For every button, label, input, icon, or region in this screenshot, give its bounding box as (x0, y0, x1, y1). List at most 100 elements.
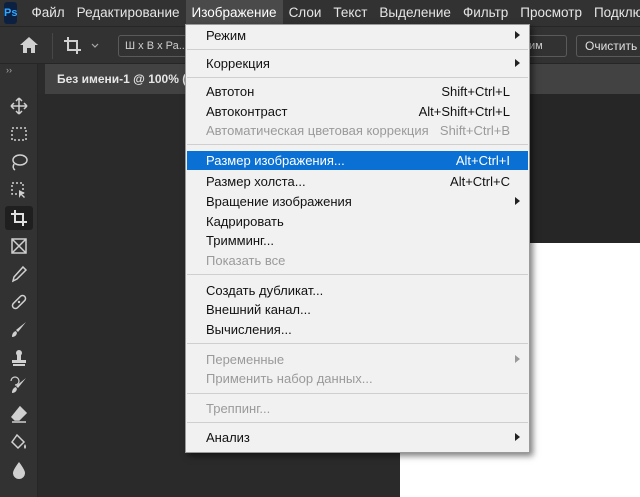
menu-bar: Ps Файл Редактирование Изображение Слои … (0, 0, 640, 26)
tab-strip (38, 64, 45, 94)
droplet-icon (13, 462, 25, 479)
menu-item-label: Коррекция (206, 56, 270, 71)
lasso-tool[interactable] (5, 150, 33, 174)
marquee-icon (11, 127, 27, 141)
home-button[interactable] (18, 35, 40, 55)
object-select-icon (11, 182, 25, 198)
menu-layers[interactable]: Слои (283, 0, 328, 26)
menu-select[interactable]: Выделение (373, 0, 457, 26)
eyedropper-icon (11, 265, 28, 283)
clear-button[interactable]: Очистить (576, 35, 640, 57)
menu-item-label: Анализ (206, 430, 250, 445)
photoshop-logo-icon: Ps (4, 2, 18, 24)
menu-item-shortcut: Alt+Ctrl+C (450, 174, 510, 189)
menu-separator (187, 343, 528, 344)
healing-brush-tool[interactable] (5, 290, 33, 314)
eyedropper-tool[interactable] (5, 262, 33, 286)
menu-item-reveal-all: Показать все (187, 251, 528, 270)
move-icon (10, 97, 28, 115)
clone-stamp-tool[interactable] (5, 346, 33, 370)
bandage-icon (11, 294, 27, 310)
paint-bucket-tool[interactable] (5, 430, 33, 454)
frame-icon (11, 238, 27, 254)
menu-type[interactable]: Текст (327, 0, 373, 26)
submenu-arrow-icon (515, 59, 520, 67)
history-brush-icon (10, 376, 26, 393)
menu-image[interactable]: Изображение (185, 0, 283, 26)
menu-item-label: Автотон (206, 84, 255, 99)
menu-separator (187, 49, 528, 50)
eraser-tool[interactable] (5, 402, 33, 426)
menu-file[interactable]: Файл (25, 0, 70, 26)
object-select-tool[interactable] (5, 178, 33, 202)
document-tab-title: Без имени-1 @ 100% ( (57, 72, 187, 86)
menu-item-label: Применить набор данных... (206, 371, 373, 386)
menu-item-apply-image[interactable]: Внешний канал... (187, 300, 528, 319)
menu-item-shortcut: Shift+Ctrl+L (441, 84, 510, 99)
menu-separator (187, 274, 528, 275)
submenu-arrow-icon (515, 355, 520, 363)
menu-item-duplicate[interactable]: Создать дубликат... (187, 281, 528, 300)
submenu-arrow-icon (515, 433, 520, 441)
menu-item-trap: Треппинг... (187, 399, 528, 418)
menu-item-label: Переменные (206, 352, 285, 367)
eraser-icon (10, 405, 28, 423)
blur-tool[interactable] (5, 458, 33, 482)
menu-view[interactable]: Просмотр (514, 0, 588, 26)
menu-item-calculations[interactable]: Вычисления... (187, 320, 528, 339)
menu-separator (187, 393, 528, 394)
collapse-panel-icon[interactable]: ›› (6, 65, 12, 75)
menu-item-auto-contrast[interactable]: Автоконтраст Alt+Shift+Ctrl+L (187, 102, 528, 121)
menu-item-label: Треппинг... (206, 401, 271, 416)
crop-icon (64, 37, 99, 54)
menu-item-label: Создать дубликат... (206, 283, 324, 298)
menu-item-mode[interactable]: Режим (187, 26, 528, 45)
crop-tool[interactable] (5, 206, 33, 230)
image-menu-dropdown: Режим Коррекция Автотон Shift+Ctrl+L Авт… (185, 24, 530, 453)
lasso-icon (12, 154, 28, 171)
move-tool[interactable] (5, 94, 33, 118)
menu-item-label: Кадрировать (206, 214, 284, 229)
menu-item-shortcut: Alt+Shift+Ctrl+L (418, 104, 510, 119)
menu-item-shortcut: Shift+Ctrl+B (439, 123, 510, 138)
tools-panel: ›› (0, 64, 38, 497)
menu-item-auto-tone[interactable]: Автотон Shift+Ctrl+L (187, 82, 528, 101)
menu-item-label: Автоматическая цветовая коррекция (206, 123, 429, 138)
menu-plugins[interactable]: Подключа (588, 0, 640, 26)
history-brush-tool[interactable] (5, 374, 33, 398)
menu-item-canvas-size[interactable]: Размер холста... Alt+Ctrl+C (187, 172, 528, 191)
paint-bucket-icon (11, 433, 26, 450)
crop-icon (11, 210, 27, 226)
menu-filter[interactable]: Фильтр (457, 0, 514, 26)
menu-item-crop[interactable]: Кадрировать (187, 212, 528, 231)
menu-item-adjustments[interactable]: Коррекция (187, 54, 528, 73)
brush-tool[interactable] (5, 318, 33, 342)
menu-item-label: Автоконтраст (206, 104, 288, 119)
submenu-arrow-icon (515, 31, 520, 39)
menu-item-label: Размер холста... (206, 174, 306, 189)
tool-preset-picker[interactable] (62, 35, 102, 57)
marquee-tool[interactable] (5, 122, 33, 146)
menu-item-shortcut: Alt+Ctrl+I (455, 153, 510, 168)
menu-item-label: Тримминг... (206, 233, 275, 248)
frame-tool[interactable] (5, 234, 33, 258)
ratio-select[interactable]: Ш x В x Ра... (118, 35, 190, 57)
options-divider (52, 33, 53, 59)
menu-item-apply-data-set: Применить набор данных... (187, 369, 528, 388)
menu-separator (187, 77, 528, 78)
menu-edit[interactable]: Редактирование (71, 0, 186, 26)
menu-item-label: Режим (206, 28, 247, 43)
menu-item-label: Вращение изображения (206, 194, 352, 209)
menu-item-image-size[interactable]: Размер изображения... Alt+Ctrl+I (187, 151, 528, 170)
menu-item-analysis[interactable]: Анализ (187, 428, 528, 447)
menu-item-label: Показать все (206, 253, 286, 268)
menu-item-image-rotation[interactable]: Вращение изображения (187, 192, 528, 211)
pasteboard (527, 94, 640, 244)
menu-item-variables: Переменные (187, 350, 528, 369)
brush-icon (12, 322, 26, 337)
stamp-icon (12, 350, 26, 366)
menu-item-trim[interactable]: Тримминг... (187, 231, 528, 250)
view-select[interactable]: им (527, 35, 567, 57)
menu-separator (187, 144, 528, 145)
menu-item-label: Вычисления... (206, 322, 292, 337)
